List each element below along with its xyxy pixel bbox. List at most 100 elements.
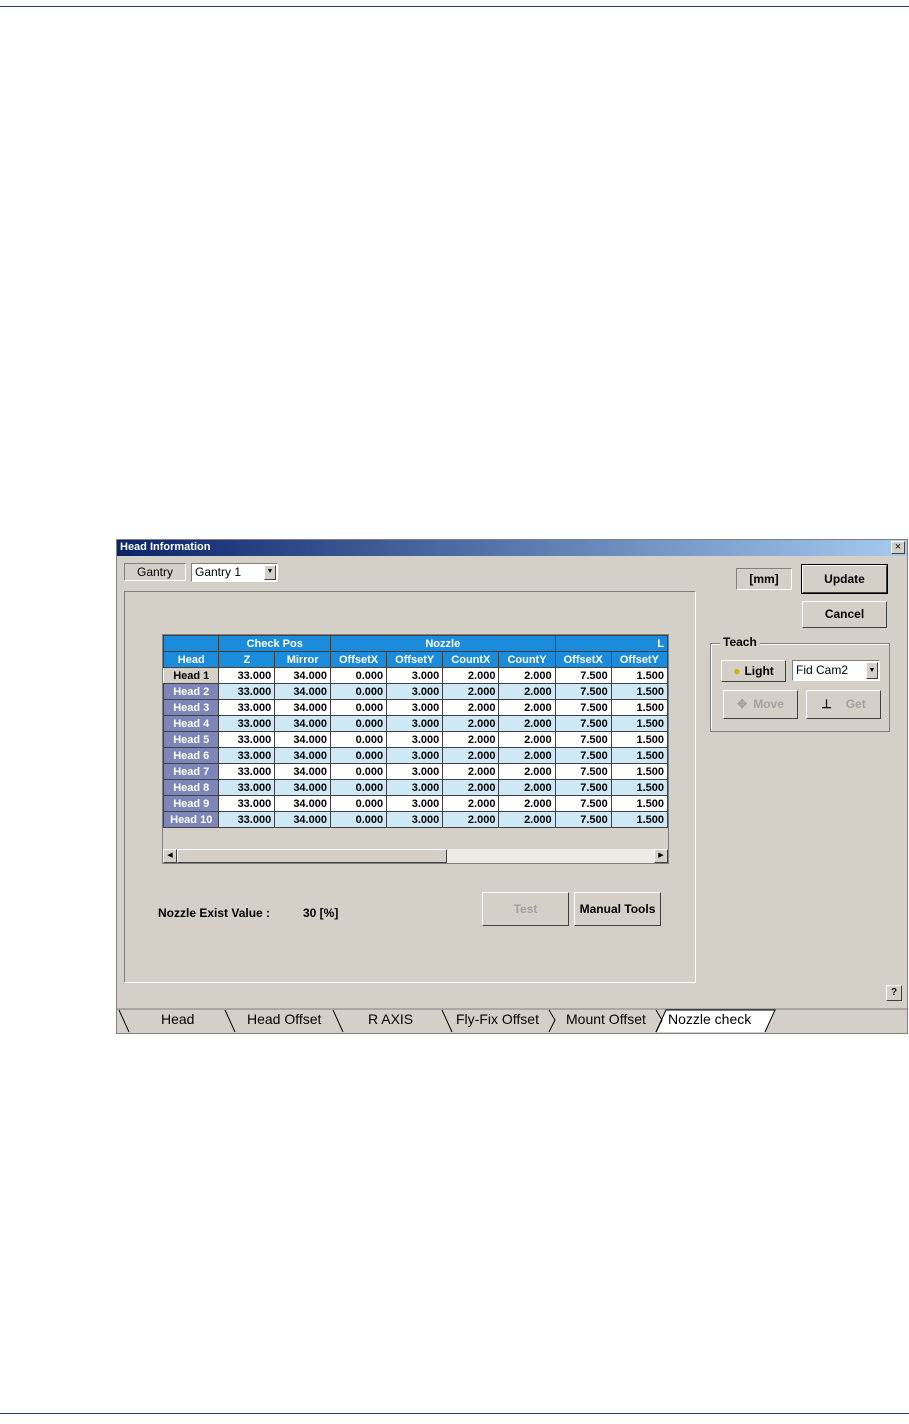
- table-cell[interactable]: 2.000: [498, 763, 556, 780]
- table-cell[interactable]: 3.000: [386, 747, 444, 764]
- scroll-left-icon[interactable]: ◀: [163, 849, 177, 863]
- tab-head-offset[interactable]: Head Offset: [247, 1011, 321, 1027]
- table-cell[interactable]: 3.000: [386, 795, 444, 812]
- table-cell[interactable]: 33.000: [218, 811, 276, 828]
- table-cell[interactable]: 33.000: [218, 731, 276, 748]
- tab-fly-fix-offset[interactable]: Fly-Fix Offset: [456, 1011, 539, 1027]
- table-cell[interactable]: 2.000: [498, 747, 556, 764]
- table-cell[interactable]: 0.000: [329, 667, 388, 684]
- horizontal-scrollbar[interactable]: ◀ ▶: [163, 849, 668, 863]
- table-row[interactable]: Head 3 33.000 34.000 0.000 3.000 2.000 2.000 7.…: [163, 699, 668, 716]
- table-cell[interactable]: 2.000: [498, 667, 556, 684]
- table-cell[interactable]: 1.500: [610, 667, 668, 684]
- table-cell[interactable]: 3.000: [386, 683, 444, 700]
- table-cell[interactable]: 7.500: [554, 731, 612, 748]
- table-row[interactable]: Head 6 33.000 34.000 0.000 3.000 2.000 2.000 7.…: [163, 747, 668, 764]
- table-cell[interactable]: 7.500: [554, 811, 612, 828]
- table-cell[interactable]: 0.000: [329, 795, 388, 812]
- table-row[interactable]: Head 5 33.000 34.000 0.000 3.000 2.000 2.000 7.…: [163, 731, 668, 748]
- table-row[interactable]: Head 2 33.000 34.000 0.000 3.000 2.000 2.000 7.…: [163, 683, 668, 700]
- table-cell[interactable]: 33.000: [218, 699, 276, 716]
- light-button[interactable]: ● Light: [721, 660, 786, 682]
- cancel-button[interactable]: Cancel: [802, 601, 887, 628]
- table-cell[interactable]: 2.000: [442, 667, 500, 684]
- table-cell[interactable]: 7.500: [554, 779, 612, 796]
- table-cell[interactable]: 1.500: [610, 763, 668, 780]
- table-cell[interactable]: 3.000: [386, 731, 444, 748]
- table-cell[interactable]: 33.000: [218, 747, 276, 764]
- table-cell[interactable]: 1.500: [610, 699, 668, 716]
- table-cell[interactable]: 33.000: [218, 779, 276, 796]
- chevron-down-icon[interactable]: ▼: [264, 565, 276, 580]
- table-cell[interactable]: 34.000: [274, 683, 331, 700]
- table-cell[interactable]: 2.000: [442, 683, 500, 700]
- table-cell[interactable]: 34.000: [274, 763, 331, 780]
- table-row[interactable]: Head 8 33.000 34.000 0.000 3.000 2.000 2.000 7.…: [163, 779, 668, 796]
- tab-head[interactable]: Head: [161, 1011, 194, 1027]
- table-cell[interactable]: 0.000: [329, 731, 388, 748]
- table-cell[interactable]: 0.000: [329, 715, 388, 732]
- table-cell[interactable]: 2.000: [442, 715, 500, 732]
- table-cell[interactable]: 7.500: [554, 667, 612, 684]
- table-cell[interactable]: 0.000: [329, 763, 388, 780]
- table-cell[interactable]: 34.000: [274, 667, 331, 684]
- table-row[interactable]: Head 9 33.000 34.000 0.000 3.000 2.000 2.000 7.…: [163, 795, 668, 812]
- camera-select[interactable]: Fid Cam2 ▼: [792, 660, 880, 681]
- close-button[interactable]: ×: [891, 541, 905, 554]
- table-cell[interactable]: 1.500: [610, 683, 668, 700]
- table-cell[interactable]: 7.500: [554, 699, 612, 716]
- row-header[interactable]: Head 3: [163, 699, 220, 716]
- table-cell[interactable]: 34.000: [274, 715, 331, 732]
- table-cell[interactable]: 1.500: [610, 731, 668, 748]
- table-row[interactable]: Head 4 33.000 34.000 0.000 3.000 2.000 2.000 7.…: [163, 715, 668, 732]
- table-cell[interactable]: 3.000: [386, 699, 444, 716]
- get-button[interactable]: ⊥ Get: [806, 690, 881, 719]
- table-cell[interactable]: 7.500: [554, 715, 612, 732]
- table-cell[interactable]: 2.000: [442, 811, 500, 828]
- table-cell[interactable]: 34.000: [274, 811, 331, 828]
- table-cell[interactable]: 1.500: [610, 779, 668, 796]
- row-header[interactable]: Head 7: [163, 763, 220, 780]
- table-cell[interactable]: 2.000: [442, 779, 500, 796]
- table-cell[interactable]: 3.000: [386, 667, 444, 684]
- table-cell[interactable]: 33.000: [218, 763, 276, 780]
- row-header[interactable]: Head 2: [163, 683, 220, 700]
- table-cell[interactable]: 2.000: [442, 731, 500, 748]
- table-cell[interactable]: 0.000: [329, 779, 388, 796]
- table-cell[interactable]: 34.000: [274, 779, 331, 796]
- tab-mount-offset[interactable]: Mount Offset: [566, 1011, 646, 1027]
- row-header[interactable]: Head 1: [163, 667, 220, 684]
- table-cell[interactable]: 33.000: [218, 715, 276, 732]
- table-cell[interactable]: 7.500: [554, 763, 612, 780]
- table-cell[interactable]: 2.000: [498, 779, 556, 796]
- row-header[interactable]: Head 10: [163, 811, 220, 828]
- table-cell[interactable]: 34.000: [274, 795, 331, 812]
- move-button[interactable]: ✥ Move: [723, 690, 798, 719]
- scroll-right-icon[interactable]: ▶: [654, 849, 668, 863]
- table-cell[interactable]: 33.000: [218, 667, 276, 684]
- table-cell[interactable]: 34.000: [274, 731, 331, 748]
- row-header[interactable]: Head 9: [163, 795, 220, 812]
- table-cell[interactable]: 3.000: [386, 763, 444, 780]
- table-cell[interactable]: 0.000: [329, 699, 388, 716]
- row-header[interactable]: Head 4: [163, 715, 220, 732]
- table-cell[interactable]: 2.000: [498, 811, 556, 828]
- table-cell[interactable]: 2.000: [442, 747, 500, 764]
- tab-r-axis[interactable]: R AXIS: [368, 1011, 413, 1027]
- table-cell[interactable]: 0.000: [329, 811, 388, 828]
- table-cell[interactable]: 3.000: [386, 811, 444, 828]
- table-cell[interactable]: 2.000: [442, 699, 500, 716]
- chevron-down-icon[interactable]: ▼: [866, 662, 878, 679]
- gantry-select[interactable]: Gantry 1 ▼: [191, 563, 278, 582]
- table-cell[interactable]: 33.000: [218, 683, 276, 700]
- table-cell[interactable]: 34.000: [274, 699, 331, 716]
- table-cell[interactable]: 2.000: [442, 795, 500, 812]
- scroll-thumb[interactable]: [177, 849, 447, 863]
- table-cell[interactable]: 2.000: [498, 715, 556, 732]
- table-row[interactable]: Head 1 33.000 34.000 0.000 3.000 2.000 2.000 7.…: [163, 667, 668, 684]
- row-header[interactable]: Head 8: [163, 779, 220, 796]
- update-button[interactable]: Update: [801, 564, 888, 594]
- table-row[interactable]: Head 7 33.000 34.000 0.000 3.000 2.000 2.000 7.…: [163, 763, 668, 780]
- table-cell[interactable]: 1.500: [610, 811, 668, 828]
- table-cell[interactable]: 2.000: [498, 699, 556, 716]
